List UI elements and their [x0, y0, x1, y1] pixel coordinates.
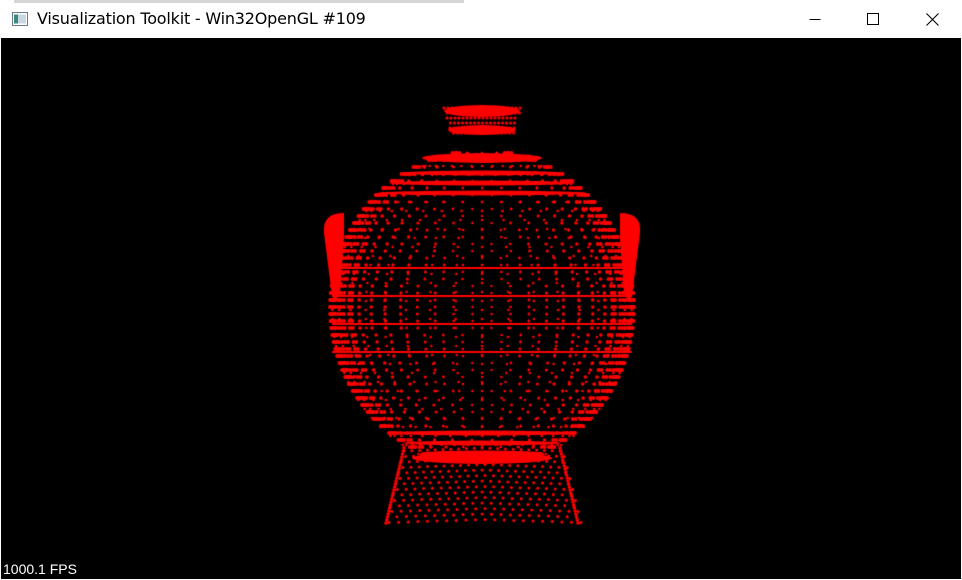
close-button[interactable] — [902, 0, 962, 38]
vase-point-cloud — [1, 38, 961, 579]
title-bar-accent — [14, 0, 464, 3]
maximize-button[interactable] — [844, 0, 902, 38]
minimize-icon — [809, 19, 821, 20]
window-title: Visualization Toolkit - Win32OpenGL #109 — [37, 9, 366, 28]
minimize-button[interactable] — [786, 0, 844, 38]
vtk-render-window: Visualization Toolkit - Win32OpenGL #109… — [0, 0, 962, 580]
vtk-window-icon[interactable] — [12, 11, 28, 27]
render-viewport[interactable]: 1000.1 FPS — [1, 38, 961, 579]
title-bar[interactable]: Visualization Toolkit - Win32OpenGL #109 — [0, 0, 962, 38]
fps-counter: 1000.1 FPS — [3, 561, 77, 577]
maximize-icon — [867, 13, 879, 25]
close-icon — [925, 12, 939, 26]
